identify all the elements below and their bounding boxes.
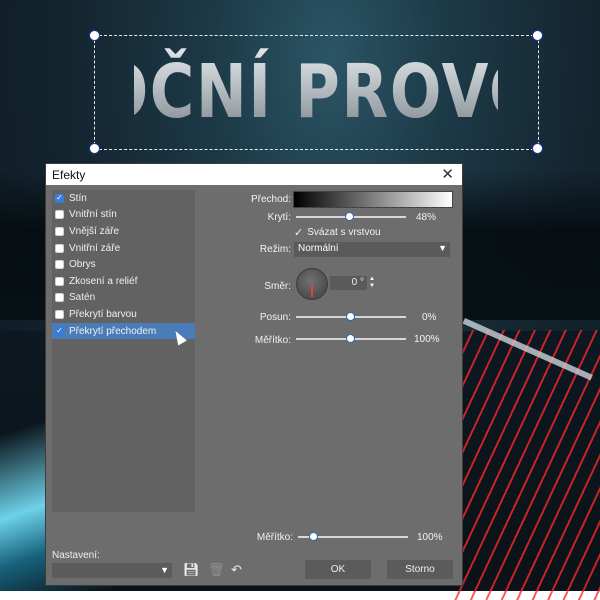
- offset-value: 0%: [422, 312, 437, 323]
- checkmark-icon: ✓: [294, 227, 304, 239]
- opacity-label: Krytí:: [267, 212, 291, 223]
- blend-mode-value: Normální: [298, 243, 339, 254]
- direction-input[interactable]: 0 °: [330, 276, 367, 290]
- effect-checkbox[interactable]: [55, 276, 64, 286]
- effects-dialog: Efekty ✕ ✓ Stín Vnitřní stín Vnější záře Vni…: [45, 163, 463, 586]
- effect-item[interactable]: Překrytí barvou: [52, 306, 195, 323]
- link-layer-label: Svázat s vrstvou: [307, 227, 381, 238]
- effect-checkbox[interactable]: [55, 210, 64, 220]
- opacity-slider-thumb[interactable]: [344, 212, 354, 221]
- direction-dial[interactable]: [296, 268, 328, 300]
- effect-label: Vnitřní záře: [69, 242, 121, 254]
- global-scale-value: 100%: [417, 532, 443, 543]
- global-scale-label: Měřítko:: [256, 532, 293, 543]
- effect-checkbox[interactable]: [55, 293, 64, 303]
- effect-item[interactable]: ✓ Stín: [52, 190, 195, 207]
- effect-item[interactable]: Obrys: [52, 256, 195, 273]
- effect-label: Vnější záře: [69, 225, 120, 237]
- dialog-title: Efekty: [52, 168, 86, 182]
- effect-label: Zkosení a reliéf: [69, 275, 138, 287]
- effect-checkbox[interactable]: [55, 243, 64, 253]
- chevron-down-icon: ▼: [438, 243, 447, 253]
- dialog-titlebar: Efekty ✕: [46, 164, 462, 185]
- scale-label: Měřítko:: [254, 335, 291, 346]
- global-scale-slider-thumb[interactable]: [309, 532, 318, 541]
- effect-item[interactable]: Vnější záře: [52, 223, 195, 240]
- save-icon[interactable]: 💾︎: [183, 562, 200, 578]
- effect-checkbox[interactable]: ✓: [55, 326, 64, 336]
- close-icon[interactable]: ✕: [441, 165, 454, 183]
- effect-label: Překrytí přechodem: [69, 325, 157, 337]
- effect-label: Obrys: [69, 259, 96, 271]
- resize-handle-bl[interactable]: [89, 143, 100, 154]
- effect-label: Stín: [69, 192, 87, 204]
- ok-button[interactable]: OK: [305, 560, 371, 579]
- offset-label: Posun:: [259, 312, 291, 323]
- effect-item[interactable]: Vnitřní stín: [52, 207, 195, 224]
- effect-checkbox[interactable]: [55, 226, 64, 236]
- effect-checkbox[interactable]: [55, 260, 64, 270]
- effect-label: Satén: [69, 292, 96, 304]
- presets-select[interactable]: ▼: [52, 563, 172, 578]
- effect-item[interactable]: Zkosení a reliéf: [52, 273, 195, 290]
- spin-arrows-icon[interactable]: ▲ ▼: [369, 276, 375, 290]
- effect-item[interactable]: Vnitřní záře: [52, 240, 195, 257]
- effect-checkbox[interactable]: ✓: [55, 193, 64, 203]
- effects-list: ✓ Stín Vnitřní stín Vnější záře Vnitřní záře…: [52, 190, 195, 512]
- blend-mode-select[interactable]: Normální ▼: [294, 242, 450, 257]
- effect-checkbox[interactable]: [55, 309, 64, 319]
- presets-label: Nastavení:: [52, 550, 100, 561]
- resize-handle-tl[interactable]: [89, 30, 100, 41]
- effect-item[interactable]: Satén: [52, 290, 195, 307]
- cancel-button[interactable]: Storno: [387, 560, 453, 579]
- chevron-down-icon: ▼: [160, 565, 169, 575]
- scale-slider-thumb[interactable]: [346, 334, 355, 343]
- direction-label: Směr:: [264, 281, 291, 292]
- offset-slider-thumb[interactable]: [346, 312, 355, 321]
- effect-label: Vnitřní stín: [69, 209, 117, 221]
- gradient-preview[interactable]: [293, 191, 453, 208]
- gradient-label: Přechod:: [250, 194, 291, 205]
- link-layer-checkbox[interactable]: ✓ Svázat s vrstvou: [294, 226, 381, 239]
- trash-icon[interactable]: 🗑︎: [208, 562, 225, 578]
- scale-value: 100%: [414, 334, 440, 345]
- undo-icon[interactable]: ↶: [231, 562, 242, 578]
- selection-box[interactable]: [94, 35, 539, 150]
- mode-label: Režim:: [259, 244, 291, 255]
- opacity-value: 48%: [416, 212, 437, 223]
- dial-needle: [311, 285, 313, 297]
- resize-handle-tr[interactable]: [532, 30, 543, 41]
- effect-label: Překrytí barvou: [69, 308, 137, 320]
- resize-handle-br[interactable]: [532, 143, 543, 154]
